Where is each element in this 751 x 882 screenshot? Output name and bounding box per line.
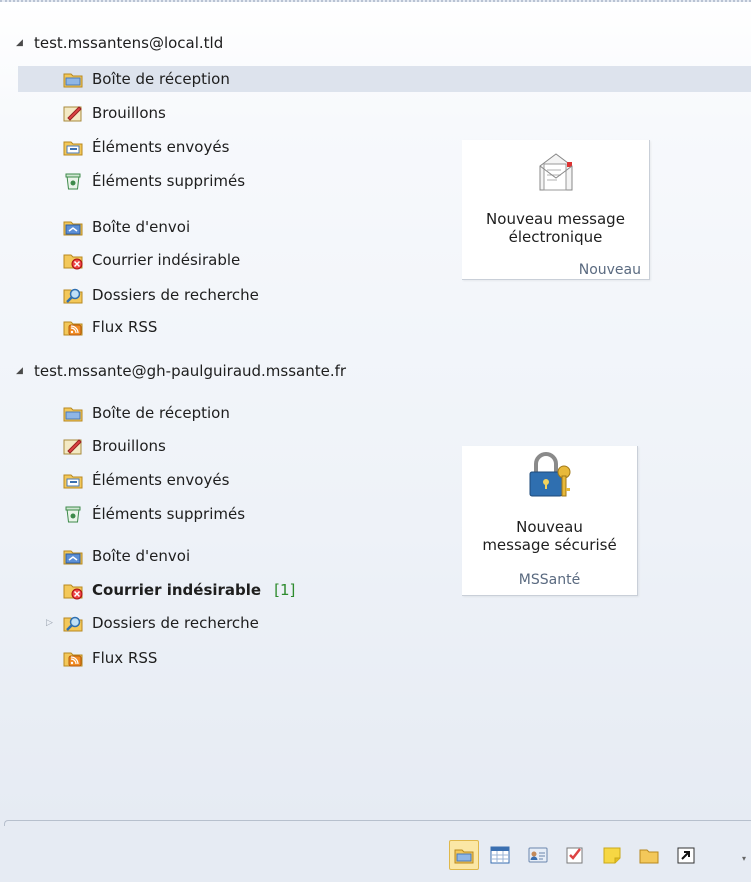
folder-drafts[interactable]: Brouillons bbox=[62, 100, 751, 126]
drafts-icon bbox=[63, 439, 82, 455]
notes-icon bbox=[603, 847, 621, 864]
folder-rss-feeds[interactable]: Flux RSS bbox=[62, 645, 751, 671]
navigation-pane: ◢ test.mssantens@local.tld Boîte de réce… bbox=[0, 0, 751, 882]
folder-deleted-items[interactable]: Éléments supprimés bbox=[62, 501, 751, 527]
mail-icon bbox=[454, 849, 474, 864]
expand-triangle-icon[interactable]: ▷ bbox=[46, 618, 53, 628]
folder-inbox[interactable]: Boîte de réception bbox=[18, 66, 751, 92]
ribbon-group-new: Nouveau message électronique Nouveau bbox=[462, 140, 650, 280]
collapse-triangle-icon[interactable]: ◢ bbox=[16, 38, 26, 48]
search-folders-icon bbox=[63, 288, 83, 304]
nav-folder-list-button[interactable] bbox=[634, 840, 664, 870]
calendar-icon bbox=[490, 846, 510, 864]
tasks-icon bbox=[566, 847, 583, 864]
group-label-mssante: MSSanté bbox=[518, 572, 581, 588]
folder-sent-items[interactable]: Éléments envoyés bbox=[62, 467, 751, 493]
drafts-icon bbox=[63, 106, 82, 122]
rss-feeds-icon bbox=[63, 652, 83, 667]
nav-notes-button[interactable] bbox=[597, 840, 627, 870]
folder-junk-mail[interactable]: Courrier indésirable [1] bbox=[62, 577, 751, 603]
nav-mail-button[interactable] bbox=[449, 840, 479, 870]
folder-inbox[interactable]: Boîte de réception bbox=[62, 400, 751, 426]
padlock-key-icon[interactable] bbox=[524, 450, 574, 502]
search-folders-icon bbox=[63, 616, 83, 632]
folder-drafts[interactable]: Brouillons bbox=[62, 433, 751, 459]
sent-items-icon bbox=[63, 474, 83, 489]
nav-shortcuts-button[interactable] bbox=[671, 840, 701, 870]
rss-feeds-icon bbox=[63, 321, 83, 336]
account-header-2[interactable]: ◢ test.mssante@gh-paulguiraud.mssante.fr bbox=[16, 360, 346, 382]
collapse-triangle-icon[interactable]: ◢ bbox=[16, 366, 26, 376]
folder-list-icon bbox=[639, 849, 659, 864]
folder-search-folders[interactable]: Dossiers de recherche bbox=[62, 610, 751, 636]
deleted-items-icon bbox=[65, 506, 81, 523]
inbox-icon bbox=[63, 407, 83, 422]
folder-search-folders[interactable]: Dossiers de recherche bbox=[62, 282, 751, 308]
new-email-button[interactable]: Nouveau message électronique bbox=[462, 210, 649, 246]
outbox-icon bbox=[63, 550, 83, 565]
folder-outbox[interactable]: Boîte d'envoi bbox=[62, 543, 751, 569]
new-secure-message-button[interactable]: Nouveau message sécurisé bbox=[462, 518, 637, 554]
contacts-icon bbox=[528, 847, 548, 863]
shortcuts-icon bbox=[677, 847, 695, 864]
inbox-icon bbox=[63, 73, 83, 88]
unread-count-badge: [1] bbox=[274, 581, 296, 599]
junk-mail-icon bbox=[63, 584, 83, 600]
junk-mail-icon bbox=[63, 254, 83, 270]
navigation-bar: ▾ bbox=[0, 828, 751, 882]
splitter[interactable] bbox=[4, 820, 751, 826]
group-label-new: Nouveau bbox=[578, 262, 641, 278]
account-email: test.mssantens@local.tld bbox=[34, 34, 224, 52]
ribbon-group-mssante: Nouveau message sécurisé MSSanté bbox=[462, 446, 638, 596]
folder-rss-feeds[interactable]: Flux RSS bbox=[62, 314, 751, 340]
nav-tasks-button[interactable] bbox=[560, 840, 590, 870]
nav-calendar-button[interactable] bbox=[485, 840, 515, 870]
sent-items-icon bbox=[63, 141, 83, 156]
account-header-1[interactable]: ◢ test.mssantens@local.tld bbox=[16, 32, 223, 54]
account-email: test.mssante@gh-paulguiraud.mssante.fr bbox=[34, 362, 347, 380]
configure-buttons-chevron-icon[interactable]: ▾ bbox=[742, 854, 746, 863]
deleted-items-icon bbox=[65, 173, 81, 190]
new-email-icon[interactable] bbox=[534, 148, 578, 196]
outbox-icon bbox=[63, 221, 83, 236]
nav-contacts-button[interactable] bbox=[523, 840, 553, 870]
